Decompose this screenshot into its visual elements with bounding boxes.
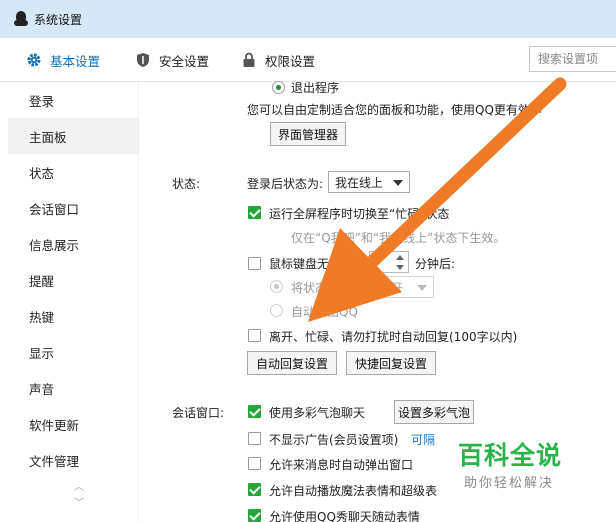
sidebar-item-file-management[interactable]: 文件管理 <box>8 442 138 478</box>
sidebar-item-label: 声音 <box>29 381 55 397</box>
sidebar-item-reminder[interactable]: 提醒 <box>8 262 138 298</box>
tab-label: 基本设置 <box>50 53 101 69</box>
fullscreen-busy-checkbox[interactable] <box>248 206 261 219</box>
stepper-up-icon[interactable] <box>396 255 404 260</box>
qq-show-emoji-checkbox[interactable] <box>248 509 261 522</box>
sidebar: 登录 主面板 状态 会话窗口 信息展示 提醒 热键 显示 声音 软件更新 文件管… <box>8 82 138 522</box>
watermark-main-text: 百科全说 <box>458 441 563 470</box>
qq-show-emoji-label: 允许使用QQ秀聊天随动表情 <box>269 510 420 522</box>
login-status-select[interactable]: 我在线上 <box>328 171 410 193</box>
search-input[interactable] <box>529 46 616 72</box>
tab-bar: 基本设置 安全设置 权限设置 <box>0 38 616 82</box>
sidebar-item-main-panel[interactable]: 主面板 <box>8 118 138 154</box>
auto-logout-label: 自动退出QQ <box>291 305 358 319</box>
sidebar-item-status[interactable]: 状态 <box>8 154 138 190</box>
quick-reply-settings-button[interactable]: 快捷回复设置 <box>346 351 436 375</box>
switch-status-value: 离开 <box>379 280 404 295</box>
sidebar-item-label: 提醒 <box>29 273 55 289</box>
auto-popup-label: 允许来消息时自动弹出窗口 <box>269 458 414 472</box>
tab-security-settings[interactable]: 安全设置 <box>135 38 209 82</box>
sidebar-item-label: 状态 <box>29 165 55 181</box>
switch-status-label: 将状态切换为 <box>291 281 364 295</box>
fullscreen-note: 仅在“Q我吧”和“我在线上”状态下生效。 <box>291 231 506 245</box>
scroll-down-icon[interactable]: ﹀ <box>73 499 85 509</box>
idle-minutes-stepper[interactable] <box>369 251 409 273</box>
status-section-label: 状态: <box>172 177 201 191</box>
switch-status-radio[interactable] <box>270 280 283 293</box>
sidebar-item-chat-window[interactable]: 会话窗口 <box>8 190 138 226</box>
panel-description: 您可以自由定制适合您的面板和功能，使用QQ更有效率 <box>247 103 542 117</box>
hide-ads-link[interactable]: 可隔 <box>411 431 435 448</box>
sidebar-item-info-display[interactable]: 信息展示 <box>8 226 138 262</box>
sidebar-item-label: 热键 <box>29 309 55 325</box>
fullscreen-busy-label: 运行全屏程序时切换至“忙碌”状态 <box>269 207 450 221</box>
sidebar-item-hotkeys[interactable]: 热键 <box>8 298 138 334</box>
sidebar-item-label: 文件管理 <box>29 453 80 469</box>
watermark: 百科全说 助你轻松解决 <box>452 432 612 498</box>
sidebar-item-sound[interactable]: 声音 <box>8 370 138 406</box>
lock-icon <box>241 52 257 68</box>
sidebar-item-label: 软件更新 <box>29 417 80 433</box>
auto-reply-checkbox[interactable] <box>248 329 261 342</box>
tab-label: 安全设置 <box>159 53 210 69</box>
chevron-down-icon <box>393 180 403 186</box>
stepper-down-icon[interactable] <box>396 265 404 270</box>
magic-emoji-checkbox[interactable] <box>248 483 261 496</box>
chat-section-label: 会话窗口: <box>172 406 225 420</box>
sidebar-item-display[interactable]: 显示 <box>8 334 138 370</box>
idle-label: 鼠标键盘无动作 <box>269 257 354 271</box>
tab-basic-settings[interactable]: 基本设置 <box>26 38 100 82</box>
colorful-bubble-settings-button[interactable]: 设置多彩气泡 <box>394 400 474 424</box>
watermark-sub-text: 助你轻松解决 <box>464 476 555 491</box>
settings-window: 系统设置 基本设置 安全设置 权限设置 登录 主面板 状态 会话窗口 信息展 <box>0 0 616 522</box>
chevron-down-icon <box>417 285 427 291</box>
login-status-label: 登录后状态为: <box>247 177 324 191</box>
auto-popup-checkbox[interactable] <box>248 457 261 470</box>
auto-logout-radio[interactable] <box>270 304 283 317</box>
interface-manager-button[interactable]: 界面管理器 <box>270 122 346 146</box>
sidebar-item-software-update[interactable]: 软件更新 <box>8 406 138 442</box>
shield-icon <box>135 52 151 68</box>
magic-emoji-label: 允许自动播放魔法表情和超级表 <box>269 484 438 498</box>
tab-permission-settings[interactable]: 权限设置 <box>241 38 315 82</box>
sidebar-item-label: 主面板 <box>29 129 67 145</box>
auto-reply-settings-button[interactable]: 自动回复设置 <box>247 351 337 375</box>
auto-reply-label: 离开、忙碌、请勿打扰时自动回复(100字以内) <box>269 330 518 344</box>
qq-penguin-icon <box>14 11 28 27</box>
tab-label: 权限设置 <box>265 53 316 69</box>
scroll-up-icon[interactable]: ︿ <box>73 483 85 493</box>
colorful-bubble-label: 使用多彩气泡聊天 <box>269 406 366 420</box>
idle-unit-label: 分钟后: <box>415 257 456 271</box>
colorful-bubble-checkbox[interactable] <box>248 405 261 418</box>
hide-ads-checkbox[interactable] <box>248 432 261 445</box>
exit-program-radio[interactable] <box>272 81 285 94</box>
exit-program-label: 退出程序 <box>291 81 340 95</box>
sidebar-item-label: 会话窗口 <box>29 201 80 217</box>
sidebar-item-label: 显示 <box>29 345 55 361</box>
window-title: 系统设置 <box>34 12 83 27</box>
login-status-value: 我在线上 <box>335 175 384 190</box>
sidebar-item-label: 信息展示 <box>29 237 80 253</box>
hide-ads-label: 不显示广告(会员设置项) <box>269 433 399 447</box>
switch-status-select[interactable]: 离开 <box>372 276 434 298</box>
title-bar: 系统设置 <box>0 0 616 38</box>
idle-checkbox[interactable] <box>248 257 261 270</box>
sidebar-item-login[interactable]: 登录 <box>8 82 138 118</box>
gear-icon <box>26 52 42 68</box>
sidebar-item-label: 登录 <box>29 93 55 109</box>
